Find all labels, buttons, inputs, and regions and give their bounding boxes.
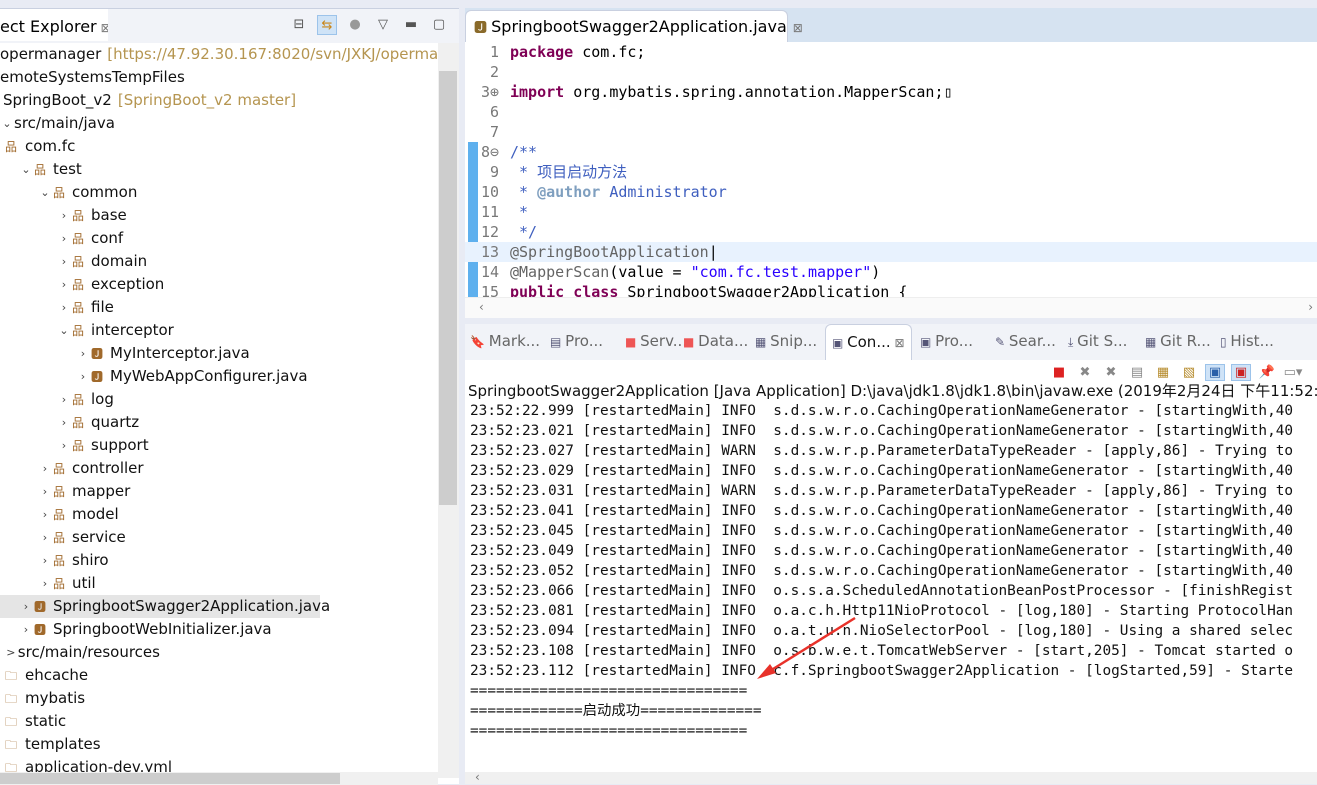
annotation-arrow (757, 616, 856, 679)
